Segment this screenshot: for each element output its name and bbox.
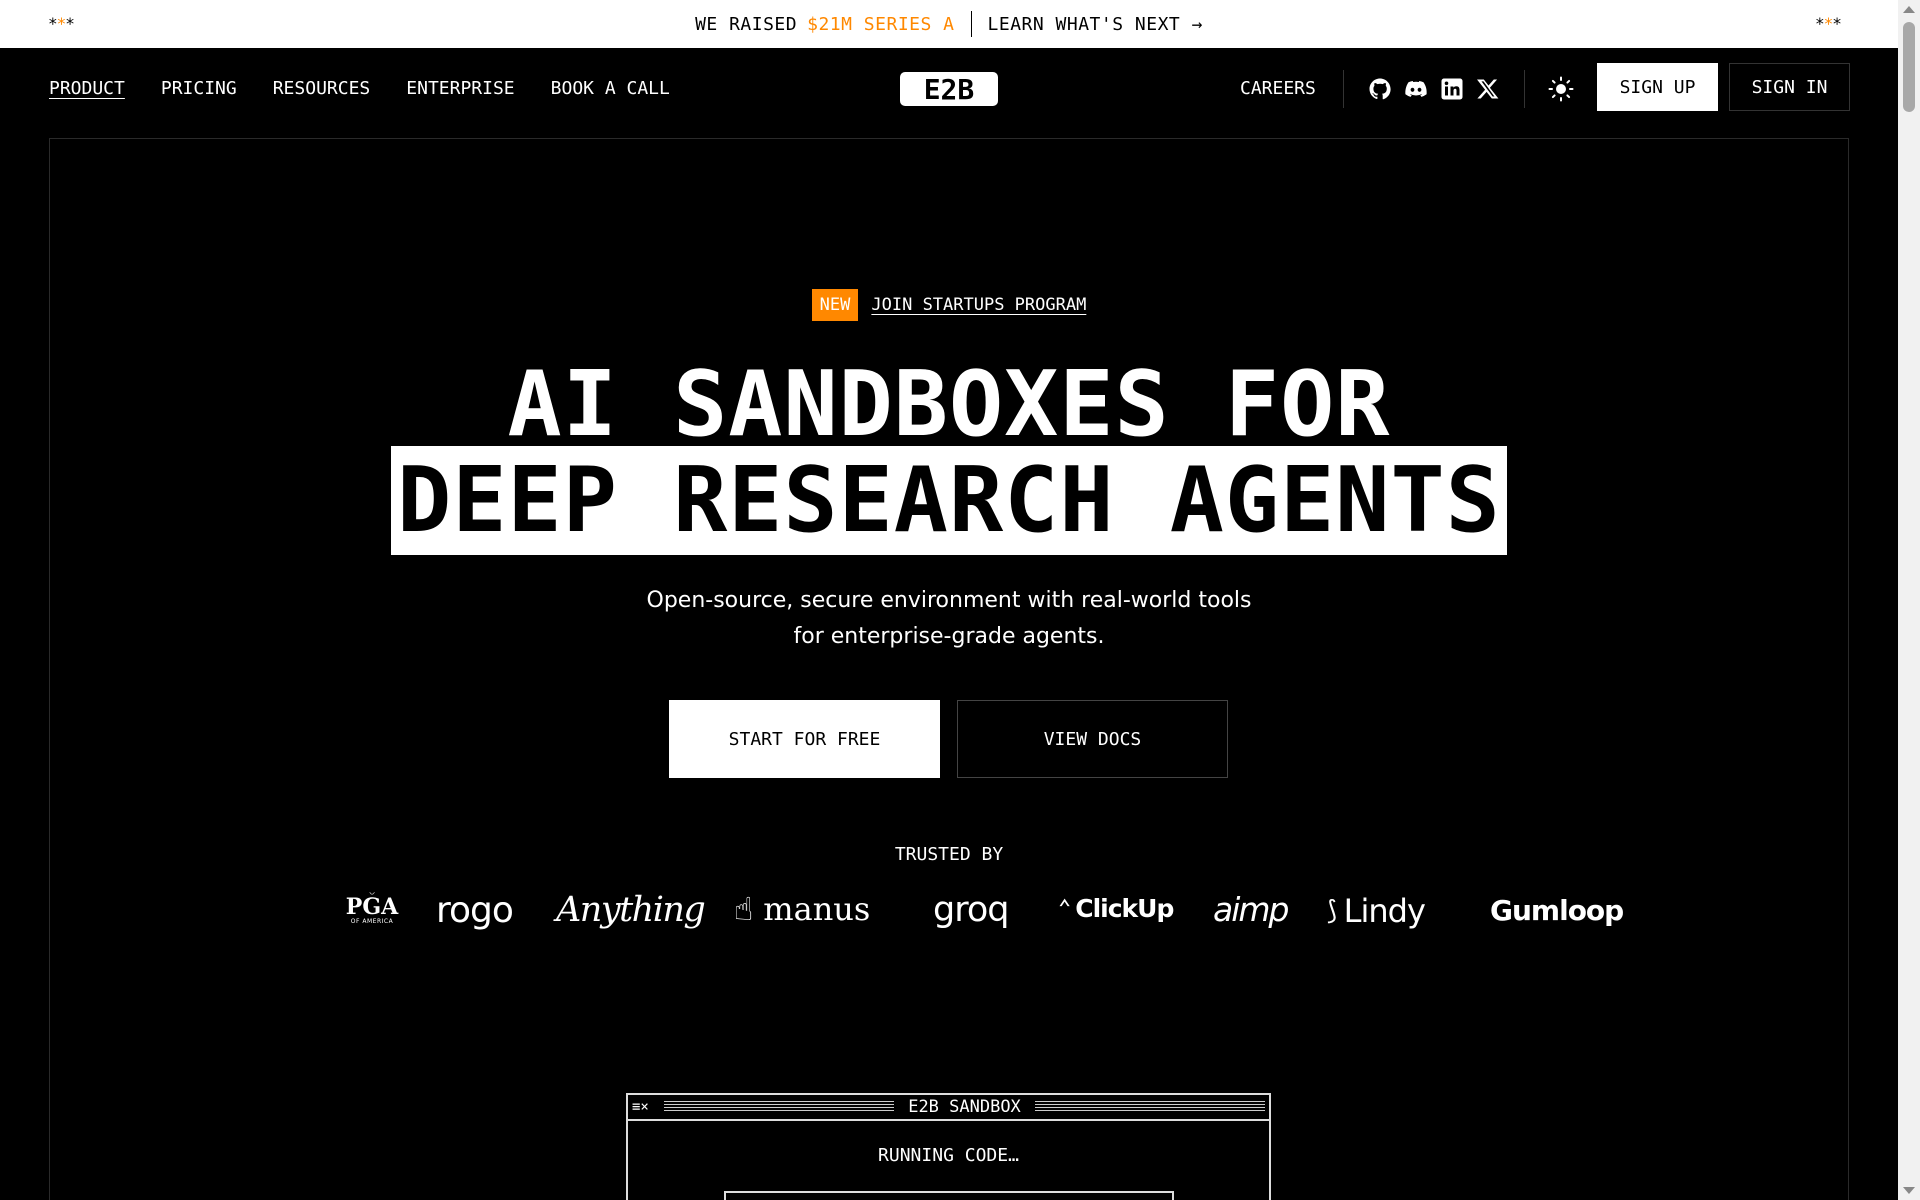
hero-title-line-2: DEEP RESEARCH AGENTS xyxy=(0,446,1898,555)
hero-subtitle: Open-source, secure environment with rea… xyxy=(0,583,1898,655)
stars-decoration-right: *** xyxy=(1815,14,1842,33)
e2b-logo[interactable]: E2B xyxy=(900,72,998,106)
nav-item-pricing[interactable]: PRICING xyxy=(161,78,237,99)
logo-groq: groq xyxy=(933,890,1009,930)
logo-aimp: aimp xyxy=(1213,890,1289,929)
titlebar-stripes-right xyxy=(1034,1101,1265,1113)
learn-more-link[interactable]: LEARN WHAT'S NEXT → xyxy=(988,14,1203,35)
new-badge: NEW xyxy=(811,289,859,321)
nav-item-product[interactable]: PRODUCT xyxy=(49,78,125,99)
sandbox-title: E2B SANDBOX xyxy=(908,1097,1021,1117)
nav-divider xyxy=(1343,70,1344,108)
top-nav: PRODUCT PRICING RESOURCES ENTERPRISE BOO… xyxy=(0,48,1898,138)
svg-text:E2B: E2B xyxy=(924,73,975,106)
start-for-free-button[interactable]: START FOR FREE xyxy=(669,700,940,778)
sandbox-window: ≡× E2B SANDBOX RUNNING CODE… xyxy=(626,1093,1271,1200)
clickup-icon: ⌃ xyxy=(1058,896,1072,921)
hero-title-highlight: DEEP RESEARCH AGENTS xyxy=(391,446,1507,555)
join-startups-link[interactable]: JOIN STARTUPS PROGRAM xyxy=(871,295,1086,315)
social-links xyxy=(1368,77,1500,101)
announcement-bar: *** WE RAISED $21M SERIES A LEARN WHAT'S… xyxy=(0,0,1898,48)
scroll-up-arrow[interactable] xyxy=(1903,6,1915,13)
nav-item-book-a-call[interactable]: BOOK A CALL xyxy=(551,78,670,99)
view-docs-button[interactable]: VIEW DOCS xyxy=(957,700,1228,778)
sign-in-button[interactable]: SIGN IN xyxy=(1729,63,1850,111)
manus-hand-icon: ☝ xyxy=(734,890,754,928)
announcement-divider xyxy=(970,11,972,37)
hero-title-line-1: AI SANDBOXES FOR xyxy=(507,352,1391,457)
scroll-down-arrow[interactable] xyxy=(1903,1187,1915,1194)
discord-icon[interactable] xyxy=(1404,77,1428,101)
x-icon[interactable] xyxy=(1476,77,1500,101)
github-icon[interactable] xyxy=(1368,77,1392,101)
customer-logos: ◡ PGA OF AMERICA rogo Anything ☝ manus g… xyxy=(0,884,1898,944)
logo-rogo: rogo xyxy=(436,890,514,931)
hero-subtitle-line-2: for enterprise-grade agents. xyxy=(793,624,1105,649)
nav-item-enterprise[interactable]: ENTERPRISE xyxy=(406,78,514,99)
stars-decoration-left: *** xyxy=(48,14,75,33)
raised-prefix: WE RAISED xyxy=(695,13,798,35)
sun-icon[interactable] xyxy=(1548,76,1574,102)
nav-item-careers[interactable]: CAREERS xyxy=(1240,78,1316,99)
sign-up-button[interactable]: SIGN UP xyxy=(1597,63,1718,111)
sandbox-progress-box xyxy=(724,1191,1174,1200)
logo-clickup: ⌃ ClickUp xyxy=(1058,894,1174,923)
linkedin-icon[interactable] xyxy=(1440,77,1464,101)
sandbox-status: RUNNING CODE… xyxy=(878,1145,1019,1166)
nav-menu: PRODUCT PRICING RESOURCES ENTERPRISE BOO… xyxy=(49,78,670,99)
startups-badge: NEW JOIN STARTUPS PROGRAM xyxy=(0,289,1898,321)
scrollbar-thumb[interactable] xyxy=(1903,22,1915,112)
titlebar-stripes-left xyxy=(664,1101,895,1113)
nav-divider xyxy=(1524,70,1525,108)
trusted-by-label: TRUSTED BY xyxy=(894,844,1004,865)
page-scrollbar[interactable] xyxy=(1898,0,1920,1200)
announcement-text: WE RAISED $21M SERIES A xyxy=(695,14,954,35)
logo-pga: ◡ PGA OF AMERICA xyxy=(345,887,399,926)
logo-anything: Anything xyxy=(556,890,706,930)
hero-subtitle-line-1: Open-source, secure environment with rea… xyxy=(646,588,1252,613)
nav-item-resources[interactable]: RESOURCES xyxy=(273,78,371,99)
logo-manus: ☝ manus xyxy=(734,890,871,928)
raised-amount: $21M SERIES A xyxy=(807,13,955,35)
logo-lindy: ⟆ Lindy xyxy=(1324,892,1426,930)
logo-gumloop: Gumloop xyxy=(1490,894,1624,927)
sandbox-window-controls[interactable]: ≡× xyxy=(632,1099,658,1115)
lindy-icon: ⟆ xyxy=(1324,896,1340,926)
sandbox-titlebar: ≡× E2B SANDBOX xyxy=(628,1095,1269,1121)
